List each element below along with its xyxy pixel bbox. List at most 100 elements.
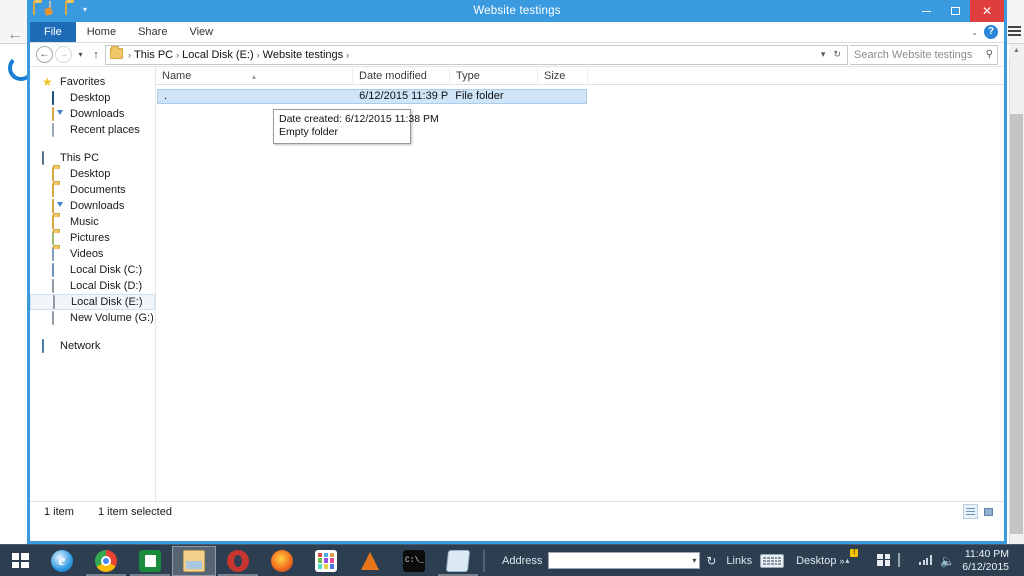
- downloads-icon: [52, 200, 65, 213]
- background-scrollbar-thumb[interactable]: [1010, 114, 1023, 534]
- background-scrollbar[interactable]: [1009, 44, 1024, 544]
- tab-view[interactable]: View: [178, 22, 224, 42]
- cell-size: [536, 89, 586, 104]
- network-icon: [42, 340, 55, 353]
- taskbar-item-internet-explorer[interactable]: e: [40, 546, 84, 576]
- sidebar-label: New Volume (G:): [70, 312, 154, 324]
- sidebar-item-favorites-downloads[interactable]: Downloads: [30, 106, 155, 122]
- tab-home[interactable]: Home: [76, 22, 127, 42]
- volume-icon[interactable]: 🔈: [940, 554, 955, 568]
- ribbon-expand-icon[interactable]: ⌄: [971, 28, 978, 37]
- taskbar-item-google-chrome[interactable]: [84, 546, 128, 576]
- breadcrumb[interactable]: › This PC › Local Disk (E:) › Website te…: [105, 45, 848, 65]
- mozilla-firefox-icon: [271, 550, 293, 572]
- start-button[interactable]: [0, 545, 40, 576]
- links-toolbar-label[interactable]: Links: [726, 555, 752, 567]
- column-header-type[interactable]: Type: [450, 67, 538, 85]
- hamburger-menu-icon[interactable]: [1008, 26, 1021, 37]
- breadcrumb-item-local-disk-e[interactable]: Local Disk (E:): [182, 49, 254, 61]
- sidebar-item-favorites-desktop[interactable]: Desktop: [30, 90, 155, 106]
- desktop-toolbar-label[interactable]: Desktop: [796, 555, 836, 567]
- window-controls: ✕: [912, 0, 1004, 22]
- minimize-button[interactable]: [912, 0, 941, 22]
- sidebar-label: Favorites: [60, 76, 105, 88]
- sidebar-item-new-volume-g[interactable]: New Volume (G:): [30, 310, 155, 326]
- address-bar: ← → ▾ ↑ › This PC › Local Disk (E:) › We…: [30, 43, 1004, 67]
- windows-flag-icon[interactable]: [877, 554, 891, 568]
- battery-icon[interactable]: [898, 554, 912, 568]
- table-row[interactable]: . 6/12/2015 11:39 PM File folder: [157, 89, 587, 104]
- sidebar-item-videos[interactable]: Videos: [30, 246, 155, 262]
- network-signal-icon[interactable]: [919, 554, 933, 568]
- background-back-arrow-icon[interactable]: ←: [4, 24, 26, 46]
- breadcrumb-item-this-pc[interactable]: This PC: [134, 49, 173, 61]
- action-center-icon[interactable]: [856, 554, 870, 568]
- breadcrumb-item-website-testings[interactable]: Website testings: [263, 49, 344, 61]
- breadcrumb-separator: ›: [128, 50, 131, 60]
- sidebar-group-network[interactable]: Network: [30, 338, 155, 354]
- sidebar-item-local-disk-d[interactable]: Local Disk (D:): [30, 278, 155, 294]
- large-icons-view-button[interactable]: [981, 504, 996, 519]
- address-toolbar-input[interactable]: ▾: [548, 552, 700, 569]
- internet-explorer-icon: e: [51, 550, 73, 572]
- sidebar-group-this-pc[interactable]: This PC: [30, 150, 155, 166]
- taskbar-item-vlc[interactable]: [348, 546, 392, 576]
- taskbar-item-notepad[interactable]: [436, 546, 480, 576]
- forward-button[interactable]: →: [55, 46, 72, 63]
- sidebar-item-local-disk-e[interactable]: Local Disk (E:): [30, 294, 155, 310]
- column-header-size[interactable]: Size: [538, 67, 588, 85]
- folder-icon: [52, 248, 65, 261]
- toolbar-overflow-icon[interactable]: »: [839, 556, 844, 566]
- file-list-pane: Name ▴ Date modified Type Size . 6/12/20…: [155, 67, 1004, 501]
- sidebar-item-pictures[interactable]: Pictures: [30, 230, 155, 246]
- clock-date: 6/12/2015: [962, 561, 1009, 574]
- drive-icon: [52, 280, 65, 293]
- taskbar-item-opera[interactable]: [216, 546, 260, 576]
- tab-file[interactable]: File: [30, 22, 76, 42]
- clock[interactable]: 11:40 PM 6/12/2015: [962, 548, 1017, 574]
- sidebar-item-local-disk-c[interactable]: Local Disk (C:): [30, 262, 155, 278]
- title-bar: ▾ Website testings ✕: [30, 0, 1004, 22]
- window-title: Website testings: [30, 0, 1004, 22]
- explorer-body: ★ Favorites Desktop Downloads Recent pla…: [30, 67, 1004, 501]
- refresh-icon[interactable]: ↻: [833, 49, 841, 60]
- background-scroll-up-icon[interactable]: ▲: [1009, 44, 1024, 58]
- taskbar-item-windows-store[interactable]: [128, 546, 172, 576]
- back-button[interactable]: ←: [36, 46, 53, 63]
- tab-share[interactable]: Share: [127, 22, 178, 42]
- chevron-down-icon[interactable]: ▾: [692, 556, 696, 565]
- large-icons-view-icon: [984, 508, 993, 516]
- up-button[interactable]: ↑: [89, 49, 103, 61]
- ribbon-tab-bar: File Home Share View ⌄ ?: [30, 22, 1004, 43]
- column-header-name[interactable]: Name ▴: [156, 67, 353, 85]
- details-view-button[interactable]: [963, 504, 978, 519]
- touch-keyboard-icon[interactable]: [760, 554, 784, 568]
- file-explorer-icon: [183, 550, 205, 572]
- taskbar-item-all-apps[interactable]: [304, 546, 348, 576]
- sidebar-item-documents[interactable]: Documents: [30, 182, 155, 198]
- search-input[interactable]: Search Website testings ⚲: [850, 45, 998, 65]
- help-icon[interactable]: ?: [984, 25, 998, 39]
- sidebar-label: Local Disk (C:): [70, 264, 142, 276]
- address-toolbar-refresh-icon[interactable]: ↻: [706, 554, 716, 568]
- search-icon[interactable]: ⚲: [986, 49, 993, 60]
- status-bar: 1 item 1 item selected: [30, 501, 1004, 521]
- maximize-button[interactable]: [941, 0, 970, 22]
- taskbar-item-firefox[interactable]: [260, 546, 304, 576]
- sidebar-item-downloads[interactable]: Downloads: [30, 198, 155, 214]
- taskbar-item-file-explorer[interactable]: [172, 546, 216, 576]
- close-button[interactable]: ✕: [970, 0, 1004, 22]
- show-hidden-icons-icon[interactable]: ▴: [845, 556, 849, 565]
- taskbar-item-command-prompt[interactable]: C:\_: [392, 546, 436, 576]
- sidebar-label: Downloads: [70, 200, 124, 212]
- column-header-date-modified[interactable]: Date modified: [353, 67, 450, 85]
- address-dropdown-icon[interactable]: ▾: [821, 49, 826, 60]
- sidebar-item-desktop[interactable]: Desktop: [30, 166, 155, 182]
- sidebar-group-favorites[interactable]: ★ Favorites: [30, 74, 155, 90]
- recent-locations-icon[interactable]: ▾: [74, 50, 87, 59]
- sidebar-item-music[interactable]: Music: [30, 214, 155, 230]
- sidebar-label: Pictures: [70, 232, 110, 244]
- desktop-icon: [52, 92, 65, 105]
- sidebar-item-recent-places[interactable]: Recent places: [30, 122, 155, 138]
- clock-time: 11:40 PM: [962, 548, 1009, 561]
